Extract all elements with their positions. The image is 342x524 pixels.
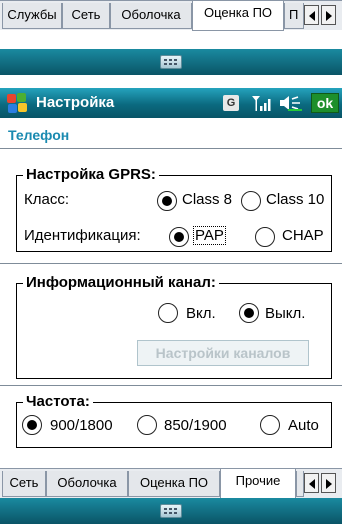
class-8-radio[interactable] xyxy=(157,191,177,211)
tab-partial[interactable] xyxy=(296,471,304,497)
bottom-menu-bar xyxy=(0,498,342,524)
chap-label[interactable]: CHAP xyxy=(282,227,324,244)
class-label: Класс: xyxy=(24,191,69,208)
g-indicator-icon[interactable]: G xyxy=(223,95,239,111)
freq-auto-label[interactable]: Auto xyxy=(288,417,319,434)
freq-900-1800-radio[interactable] xyxy=(22,415,42,435)
tab-shell[interactable]: Оболочка xyxy=(110,3,192,29)
tab-software-rating[interactable]: Оценка ПО xyxy=(192,1,284,31)
signal-icon[interactable] xyxy=(251,94,273,112)
top-tab-strip: Службы Сеть Оболочка Оценка ПО П xyxy=(0,0,342,31)
top-menu-bar xyxy=(0,49,342,75)
title-bar: Настройка G ok xyxy=(0,88,342,118)
pap-radio[interactable] xyxy=(169,227,189,247)
section-divider xyxy=(0,263,342,264)
arrow-left-icon xyxy=(309,479,315,489)
section-divider xyxy=(0,385,342,386)
freq-850-1900-label[interactable]: 850/1900 xyxy=(164,417,227,434)
class-10-label[interactable]: Class 10 xyxy=(266,191,324,208)
freq-auto-radio[interactable] xyxy=(260,415,280,435)
app-title: Настройка xyxy=(36,94,115,111)
freq-900-1800-label[interactable]: 900/1800 xyxy=(50,417,113,434)
tab-other-partial[interactable]: П xyxy=(284,3,304,29)
tab-shell[interactable]: Оболочка xyxy=(46,471,128,497)
chap-radio[interactable] xyxy=(255,227,275,247)
info-channel-title: Информационный канал: xyxy=(23,274,219,292)
keyboard-icon[interactable] xyxy=(160,504,182,518)
tab-scroll-right-button[interactable] xyxy=(321,473,336,493)
class-8-label[interactable]: Class 8 xyxy=(182,191,232,208)
tab-network[interactable]: Сеть xyxy=(62,3,110,29)
tab-scroll-left-button[interactable] xyxy=(304,5,319,25)
speaker-icon[interactable] xyxy=(278,94,304,112)
channel-on-label[interactable]: Вкл. xyxy=(186,305,216,322)
header-divider xyxy=(0,148,342,149)
class-10-radio[interactable] xyxy=(241,191,261,211)
auth-label: Идентификация: xyxy=(24,227,141,244)
arrow-left-icon xyxy=(309,11,315,21)
tab-other[interactable]: Прочие xyxy=(220,469,296,499)
freq-850-1900-radio[interactable] xyxy=(137,415,157,435)
channel-on-radio[interactable] xyxy=(158,303,178,323)
channel-off-radio[interactable] xyxy=(239,303,259,323)
page-title: Телефон xyxy=(8,127,70,143)
channel-off-label[interactable]: Выкл. xyxy=(265,305,305,322)
keyboard-icon[interactable] xyxy=(160,55,182,69)
tab-software-rating[interactable]: Оценка ПО xyxy=(128,471,220,497)
channel-settings-button: Настройки каналов xyxy=(137,340,309,366)
bottom-tab-strip: Сеть Оболочка Оценка ПО Прочие xyxy=(0,468,342,499)
tab-network[interactable]: Сеть xyxy=(2,471,46,497)
arrow-right-icon xyxy=(326,11,332,21)
tab-services[interactable]: Службы xyxy=(2,3,62,29)
gprs-group-title: Настройка GPRS: xyxy=(23,166,159,184)
tab-scroll-right-button[interactable] xyxy=(321,5,336,25)
tab-scroll-left-button[interactable] xyxy=(304,473,319,493)
arrow-right-icon xyxy=(326,479,332,489)
ok-button[interactable]: ok xyxy=(311,93,339,113)
pap-label[interactable]: PAP xyxy=(193,226,226,245)
frequency-title: Частота: xyxy=(23,393,93,411)
windows-start-icon[interactable] xyxy=(6,92,28,114)
